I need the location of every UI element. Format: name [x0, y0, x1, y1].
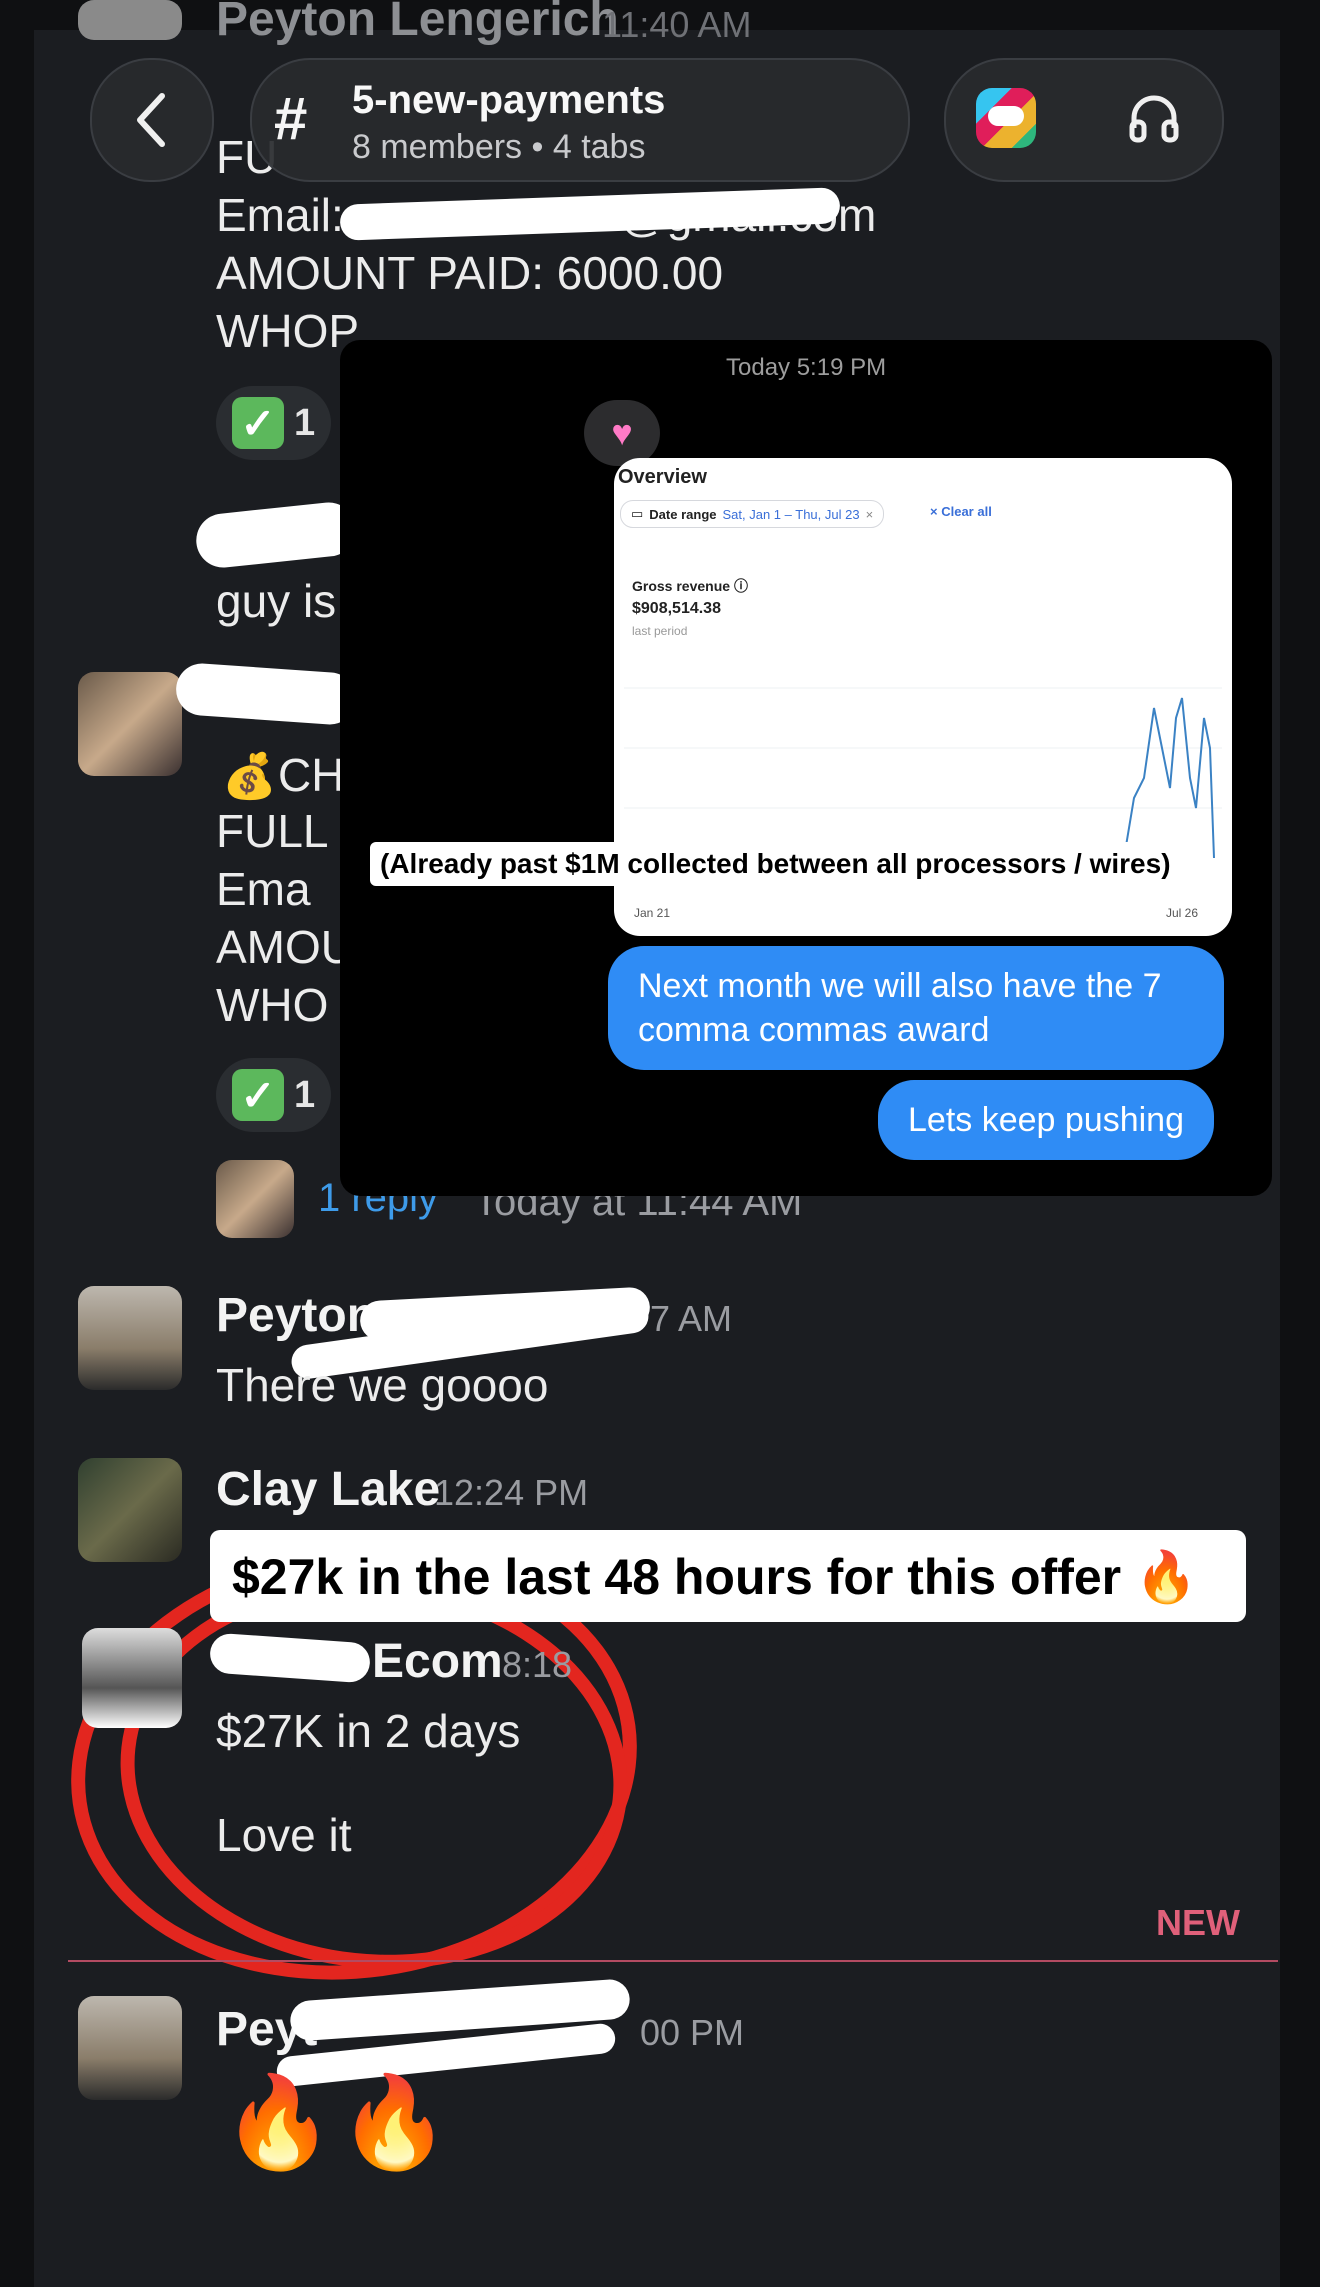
caption-text: (Already past $1M collected between all … — [370, 842, 1181, 886]
fire-emoji: 🔥🔥 — [222, 2073, 455, 2173]
amount-paid: AMOUNT PAID: 6000.00 — [216, 247, 724, 299]
heart-reaction-icon: ♥ — [584, 400, 660, 466]
overlay-timestamp: Today 5:19 PM — [726, 354, 887, 381]
back-button[interactable] — [90, 58, 214, 182]
close-icon[interactable]: × — [866, 507, 874, 522]
avatar[interactable] — [78, 1458, 182, 1562]
date-range-label: Date range — [649, 506, 717, 522]
card-title: Overview — [618, 466, 707, 488]
message-text: There we goooo — [216, 1359, 549, 1411]
message-author[interactable]: Peyton Lengerich — [216, 0, 619, 47]
clear-all-link[interactable]: × Clear all — [930, 504, 992, 519]
slack-app-icon[interactable] — [976, 88, 1036, 148]
avatar[interactable] — [78, 1286, 182, 1390]
calendar-icon: ▭ — [631, 506, 644, 521]
metric-value: $908,514.38 — [632, 600, 721, 617]
message-text: $27K in 2 days — [216, 1705, 521, 1757]
reaction-count: 1 — [294, 1073, 316, 1116]
x-axis-start: Jan 21 — [634, 906, 671, 920]
avatar[interactable] — [82, 1628, 182, 1728]
reaction-count: 1 — [294, 401, 316, 444]
check-icon: ✓ — [232, 397, 284, 449]
message-line: CH — [278, 749, 345, 801]
x-axis-end: Jul 26 — [1166, 906, 1199, 920]
shared-screenshot-overlay: Today 5:19 PM ♥ Overview ▭ Date range Sa… — [340, 340, 1272, 1196]
hash-icon: # — [274, 85, 308, 152]
message-author[interactable]: Peyton — [216, 1288, 376, 1343]
message-author[interactable]: Ecom — [372, 1634, 503, 1689]
info-icon: ⓘ — [733, 578, 748, 594]
message-line: FULL — [216, 805, 329, 857]
channel-actions — [944, 58, 1224, 182]
message-time: 8:18 — [502, 1644, 573, 1685]
message-time: 12:24 PM — [434, 1472, 589, 1513]
message-time: 7 AM — [650, 1298, 733, 1339]
metric-sub: last period — [632, 624, 688, 638]
new-messages-label: NEW — [1156, 1902, 1240, 1943]
imessage-bubble: Lets keep pushing — [878, 1080, 1214, 1160]
channel-name: 5-new-payments — [352, 78, 666, 122]
payment-source: WHOP — [216, 305, 360, 357]
message-text: guy is — [216, 575, 337, 627]
avatar[interactable] — [78, 0, 182, 40]
avatar — [216, 1160, 294, 1238]
message-time: 11:40 AM — [602, 4, 752, 45]
message-line: Ema — [216, 863, 311, 915]
avatar[interactable] — [78, 672, 182, 776]
money-bag-icon: 💰 — [222, 752, 277, 801]
metric-label: Gross revenue ⓘ — [632, 578, 748, 594]
message-line: WHO — [216, 979, 329, 1031]
message-time: 00 PM — [640, 2012, 745, 2053]
date-range-value: Sat, Jan 1 – Thu, Jul 23 — [722, 506, 860, 522]
message-line: AMOU — [216, 921, 354, 973]
reaction-button[interactable]: ✓ 1 — [216, 1058, 332, 1132]
date-range-filter[interactable]: ▭ Date range Sat, Jan 1 – Thu, Jul 23 × — [620, 500, 885, 528]
reaction-button[interactable]: ✓ 1 — [216, 386, 332, 460]
channel-header[interactable]: # 5-new-payments 8 members • 4 tabs — [250, 58, 910, 182]
avatar[interactable] — [78, 1996, 182, 2100]
new-messages-divider — [68, 1960, 1278, 1962]
imessage-bubble: Next month we will also have the 7 comma… — [608, 946, 1224, 1070]
message-text: Love it — [216, 1809, 352, 1861]
email-label: Email: — [216, 189, 344, 241]
message-author[interactable]: Clay Lake — [216, 1462, 440, 1517]
highlight-caption: $27k in the last 48 hours for this offer… — [210, 1530, 1246, 1622]
check-icon: ✓ — [232, 1069, 284, 1121]
headphones-icon[interactable] — [1126, 90, 1182, 146]
chevron-left-icon — [137, 93, 165, 147]
channel-meta: 8 members • 4 tabs — [352, 128, 646, 166]
